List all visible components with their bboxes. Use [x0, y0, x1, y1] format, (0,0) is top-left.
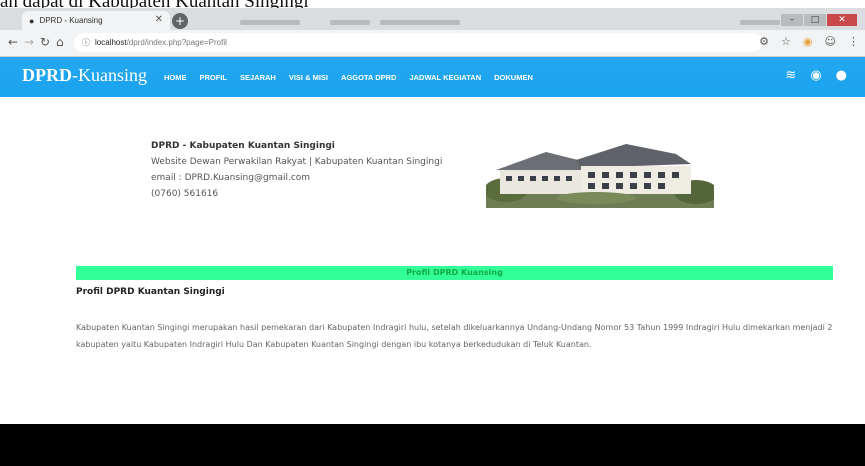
menu-item-jadwal[interactable]: JADWAL KEGIATAN [409, 73, 481, 82]
profile-heading: Profil DPRD Kuantan Singingi [76, 287, 225, 297]
menu-dots-icon[interactable]: ⋮ [848, 35, 859, 48]
menu-item-sejarah[interactable]: SEJARAH [240, 73, 276, 82]
site-brand[interactable]: DPRD-Kuansing [22, 65, 147, 86]
window-close-icon[interactable]: ✕ [827, 14, 857, 26]
browser-tab[interactable]: ● DPRD - Kuansing ✕ [22, 11, 170, 30]
building-image [486, 140, 714, 208]
brand-bold: DPRD [22, 65, 72, 85]
url-host: localhost [95, 38, 127, 47]
social-links: ≋ ◉ ● [785, 68, 847, 83]
org-tagline: Website Dewan Perwakilan Rakyat | Kabupa… [151, 157, 443, 167]
blurred-region [380, 20, 460, 25]
back-arrow-icon[interactable]: ← [8, 35, 18, 49]
blurred-region [240, 20, 300, 25]
window-controls: – □ ✕ [780, 14, 857, 26]
site-navbar: DPRD-Kuansing HOME PROFIL SEJARAH VISI &… [0, 57, 865, 97]
minimize-icon[interactable]: – [781, 14, 803, 26]
blurred-region [330, 20, 370, 25]
menu-item-anggota[interactable]: AGGOTA DPRD [341, 73, 396, 82]
main-menu: HOME PROFIL SEJARAH VISI & MISI AGGOTA D… [164, 57, 546, 97]
tab-close-icon[interactable]: ✕ [155, 14, 163, 25]
address-bar: ← → ↻ ⌂ ⓘ localhost/dprd/index.php?page=P… [0, 30, 865, 57]
maximize-icon[interactable]: □ [804, 14, 826, 26]
url-input[interactable]: ⓘ localhost/dprd/index.php?page=Profil [74, 33, 762, 52]
android-icon[interactable]: ◉ [810, 68, 821, 83]
menu-item-dokumen[interactable]: DOKUMEN [494, 73, 533, 82]
menu-item-profil[interactable]: PROFIL [200, 73, 228, 82]
bookmark-star-icon[interactable]: ☆ [781, 35, 791, 48]
apple-icon[interactable]: ● [836, 68, 847, 83]
profile-body: Kabupaten Kuantan Singingi merupakan has… [76, 323, 833, 349]
site-footer [0, 424, 865, 466]
blurred-region [740, 20, 780, 25]
account-icon[interactable]: ☺ [825, 35, 836, 48]
menu-item-visi-misi[interactable]: VISI & MISI [289, 73, 328, 82]
info-icon[interactable]: ⓘ [82, 38, 90, 47]
home-icon[interactable]: ⌂ [56, 35, 64, 49]
extension-icon[interactable]: ◉ [803, 35, 813, 48]
forward-arrow-icon[interactable]: → [24, 35, 34, 49]
profile-band-title: Profil DPRD Kuansing [76, 266, 833, 280]
browser-toolbar-right: ⚙ ☆ ◉ ☺ ⋮ [759, 35, 859, 48]
new-tab-button[interactable]: + [172, 13, 188, 29]
menu-item-home[interactable]: HOME [164, 73, 187, 82]
url-path: /dprd/index.php?page=Profil [126, 38, 227, 47]
header-info: DPRD - Kabupaten Kuantan Singingi Websit… [151, 138, 442, 202]
translate-icon[interactable]: ⚙ [759, 35, 769, 48]
tab-title: DPRD - Kuansing [39, 16, 103, 25]
org-name: DPRD - Kabupaten Kuantan Singingi [151, 141, 335, 151]
page-favicon-icon: ● [29, 15, 35, 26]
reload-icon[interactable]: ↻ [40, 35, 50, 49]
org-phone: (0760) 561616 [151, 189, 219, 199]
org-email: email : DPRD.Kuansing@gmail.com [151, 173, 311, 183]
rss-icon[interactable]: ≋ [785, 68, 796, 83]
brand-rest: Kuansing [78, 65, 147, 85]
browser-tabstrip: ● DPRD - Kuansing ✕ + – □ ✕ [0, 8, 865, 30]
